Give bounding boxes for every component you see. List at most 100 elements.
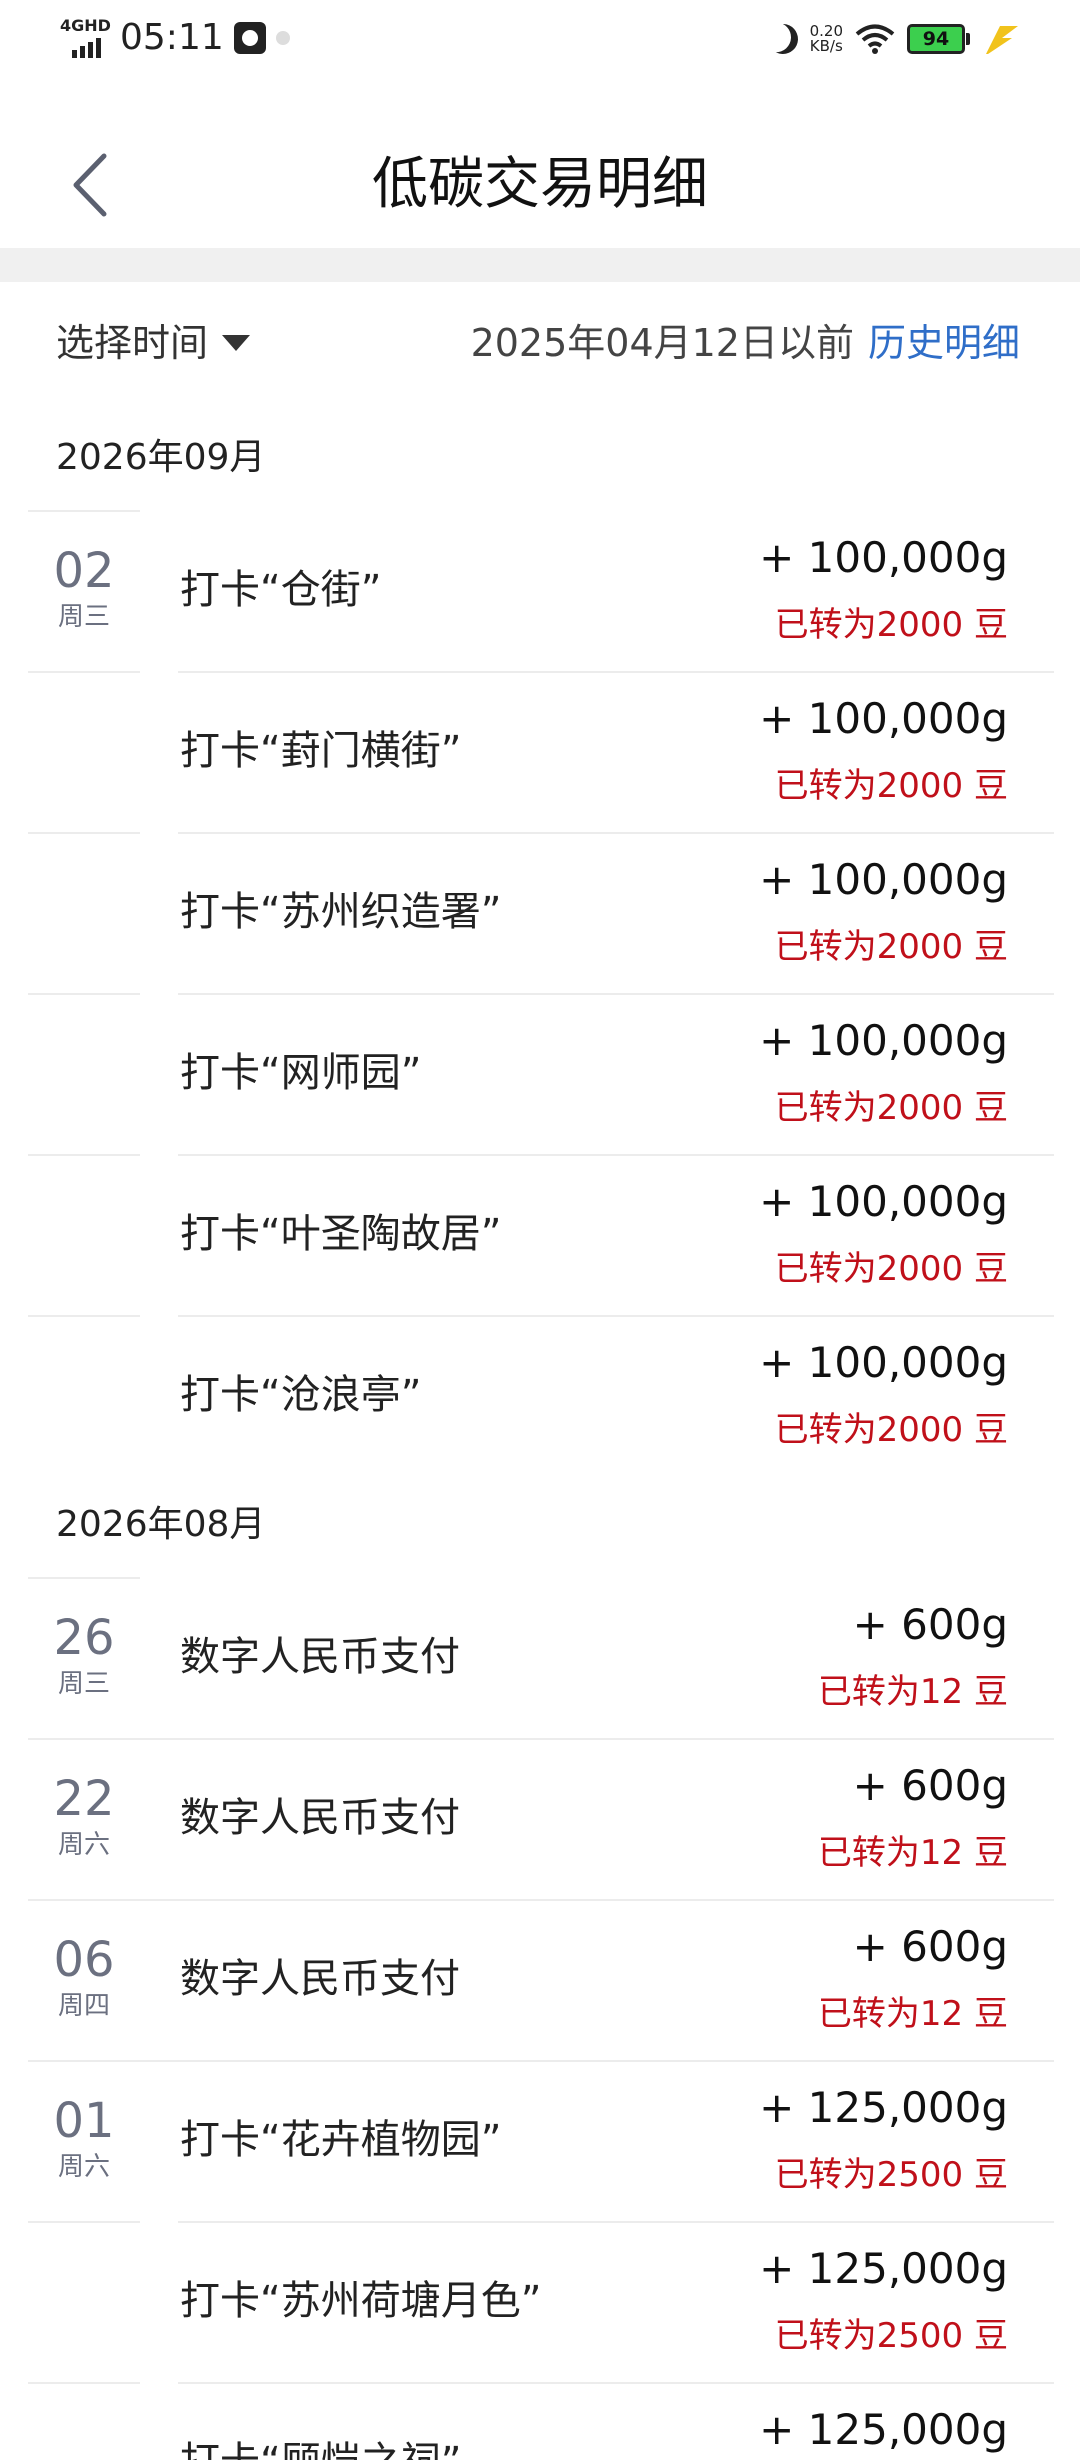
transaction-amount: + 125,000g — [759, 2083, 1008, 2132]
date-weekday: 周六 — [57, 2152, 110, 2182]
history-filter: 2025年04月12日以前 历史明细 — [471, 310, 1020, 376]
date-column — [28, 2382, 140, 2460]
do-not-disturb-icon — [763, 20, 801, 58]
transaction-row[interactable]: 打卡“苏州织造署” + 100,000g 已转为2000 豆 — [0, 832, 1080, 993]
page-title: 低碳交易明细 — [372, 152, 708, 217]
select-time-label: 选择时间 — [56, 321, 209, 365]
app-notification-icon — [233, 22, 266, 54]
clock: 05:11 — [120, 17, 224, 58]
notification-dot-icon — [275, 31, 290, 45]
date-day: 02 — [53, 543, 115, 599]
before-date-label: 2025年04月12日以前 — [470, 321, 854, 365]
transaction-row[interactable]: 22 周六 数字人民币支付 + 600g 已转为12 豆 — [0, 1738, 1080, 1899]
transaction-amount: + 100,000g — [759, 1177, 1008, 1226]
transaction-row[interactable]: 打卡“叶圣陶故居” + 100,000g 已转为2000 豆 — [0, 1154, 1080, 1315]
date-weekday: 周三 — [57, 602, 110, 632]
converted-beans: 已转为2000 豆 — [774, 1088, 1008, 1128]
row-divider — [28, 1899, 1054, 1901]
transaction-row[interactable]: 打卡“葑门横街” + 100,000g 已转为2000 豆 — [0, 671, 1080, 832]
transaction-row[interactable]: 02 周三 打卡“仓街” + 100,000g 已转为2000 豆 — [0, 510, 1080, 671]
date-column — [28, 671, 140, 832]
month-header: 2026年08月 — [56, 1504, 266, 1545]
converted-beans: 已转为2000 豆 — [774, 927, 1008, 967]
transaction-row[interactable]: 01 周六 打卡“花卉植物园” + 125,000g 已转为2500 豆 — [0, 2060, 1080, 2221]
transaction-amount: + 125,000g — [759, 2244, 1008, 2293]
history-details-link[interactable]: 历史明细 — [868, 310, 1020, 376]
transaction-title: 打卡“苏州荷塘月色” — [180, 2278, 542, 2324]
transaction-row[interactable]: 26 周三 数字人民币支付 + 600g 已转为12 豆 — [0, 1577, 1080, 1738]
row-divider — [28, 2060, 1054, 2062]
transaction-title: 打卡“苏州织造署” — [180, 889, 502, 935]
date-day: 22 — [53, 1771, 115, 1827]
row-divider — [178, 671, 1054, 673]
transaction-title: 打卡“网师园” — [180, 1050, 422, 1096]
converted-beans: 已转为2500 豆 — [774, 2316, 1008, 2356]
transaction-row[interactable]: 打卡“顾恺之祠” + 125,000g — [0, 2382, 1080, 2460]
transaction-row[interactable]: 打卡“网师园” + 100,000g 已转为2000 豆 — [0, 993, 1080, 1154]
navigation-header: 低碳交易明细 — [0, 80, 1080, 248]
transaction-amount: + 100,000g — [759, 1016, 1008, 1065]
date-day: 06 — [53, 1932, 115, 1988]
transaction-title: 数字人民币支付 — [180, 1956, 460, 2002]
row-divider — [178, 1154, 1054, 1156]
transaction-amount: + 600g — [852, 1600, 1008, 1649]
date-weekday: 周六 — [57, 1830, 110, 1860]
date-day: 01 — [53, 2093, 115, 2149]
date-weekday: 周三 — [57, 1669, 110, 1699]
converted-beans: 已转为12 豆 — [817, 1833, 1008, 1873]
date-column — [28, 1315, 140, 1476]
converted-beans: 已转为2000 豆 — [774, 605, 1008, 645]
converted-beans: 已转为2500 豆 — [774, 2155, 1008, 2195]
date-column: 22 周六 — [28, 1738, 140, 1899]
date-column — [28, 832, 140, 993]
row-divider — [178, 993, 1054, 995]
select-time-dropdown[interactable]: 选择时间 — [56, 310, 251, 376]
date-column: 26 周三 — [28, 1577, 140, 1738]
date-column — [28, 2221, 140, 2382]
date-column: 02 周三 — [28, 510, 140, 671]
row-divider — [28, 1738, 1054, 1740]
wifi-icon — [855, 24, 895, 54]
row-divider — [178, 2221, 1054, 2223]
transaction-amount: + 100,000g — [759, 855, 1008, 904]
transaction-row[interactable]: 06 周四 数字人民币支付 + 600g 已转为12 豆 — [0, 1899, 1080, 2060]
transaction-title: 打卡“叶圣陶故居” — [180, 1211, 502, 1257]
transaction-row[interactable]: 打卡“沧浪亭” + 100,000g 已转为2000 豆 — [0, 1315, 1080, 1476]
date-column: 06 周四 — [28, 1899, 140, 2060]
transaction-amount: + 100,000g — [759, 1338, 1008, 1387]
transaction-row[interactable]: 打卡“苏州荷塘月色” + 125,000g 已转为2500 豆 — [0, 2221, 1080, 2382]
charging-bolt-icon — [986, 26, 1018, 54]
transaction-amount: + 600g — [852, 1761, 1008, 1810]
network-speed: 0.20 KB/s — [810, 24, 843, 54]
status-bar-left: 4GHD 05:11 — [60, 18, 290, 58]
converted-beans: 已转为2000 豆 — [774, 766, 1008, 806]
network-speed-unit: KB/s — [809, 37, 843, 55]
transaction-title: 打卡“葑门横街” — [180, 728, 462, 774]
date-weekday: 周四 — [57, 1991, 110, 2021]
converted-beans: 已转为2000 豆 — [774, 1410, 1008, 1450]
row-divider — [178, 1315, 1054, 1317]
date-day: 26 — [53, 1610, 115, 1666]
converted-beans: 已转为12 豆 — [817, 1672, 1008, 1712]
date-column: 01 周六 — [28, 2060, 140, 2221]
battery-level: 94 — [907, 24, 965, 54]
filter-bar: 选择时间 2025年04月12日以前 历史明细 — [0, 310, 1080, 376]
month-header: 2026年09月 — [56, 437, 266, 478]
transaction-amount: + 100,000g — [759, 694, 1008, 743]
transaction-title: 打卡“仓街” — [180, 567, 382, 613]
cellular-signal-icon: 4GHD — [60, 16, 111, 58]
date-column — [28, 993, 140, 1154]
row-divider — [178, 832, 1054, 834]
network-type-label: 4GHD — [60, 16, 111, 35]
transaction-title: 打卡“沧浪亭” — [180, 1372, 422, 1418]
status-bar-right: 0.20 KB/s 94 — [768, 22, 1022, 56]
row-divider — [178, 2382, 1054, 2384]
transaction-title: 数字人民币支付 — [180, 1634, 460, 1680]
dropdown-triangle-icon — [222, 335, 251, 351]
status-bar: 4GHD 05:11 0.20 KB/s 94 — [0, 0, 1080, 80]
transaction-title: 打卡“花卉植物园” — [180, 2117, 502, 2163]
transaction-amount: + 600g — [852, 1922, 1008, 1971]
converted-beans: 已转为12 豆 — [817, 1994, 1008, 2034]
header-divider — [0, 248, 1080, 282]
transaction-title: 打卡“顾恺之祠” — [180, 2426, 461, 2460]
